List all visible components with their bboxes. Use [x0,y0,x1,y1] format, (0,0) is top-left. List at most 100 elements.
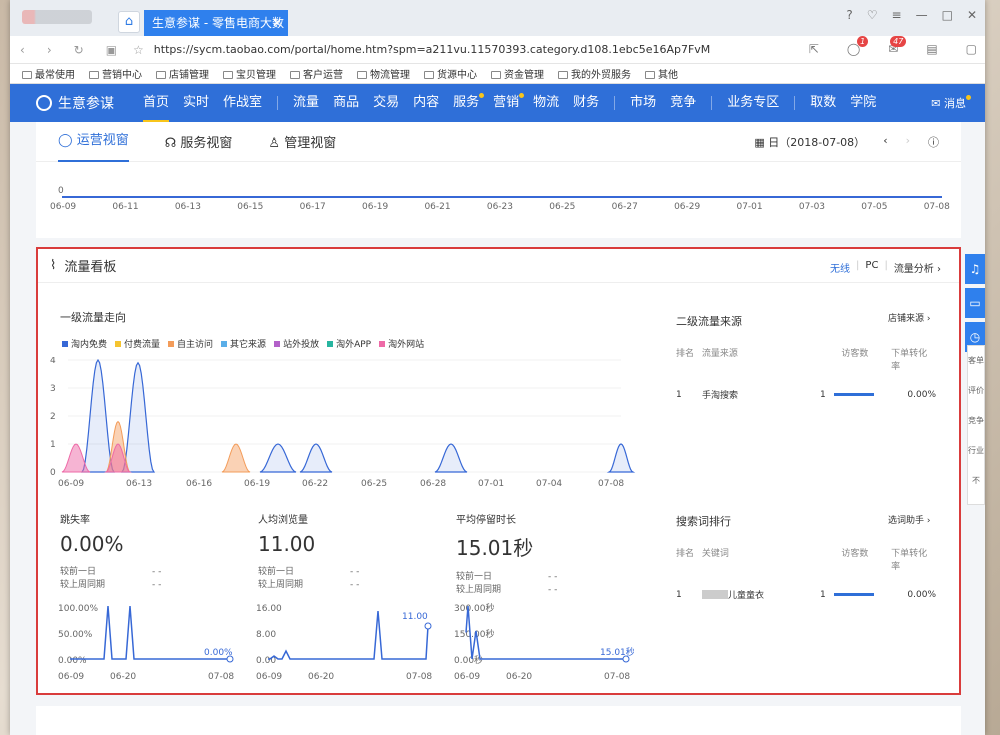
traffic-trend-chart[interactable]: 0 1 2 3 4 06-09 06-13 06-16 06-19 06-22 06-25 06-28… [46,357,636,497]
back-icon[interactable]: ‹ [20,43,25,57]
tick-label: 06-23 [486,202,513,212]
message-button[interactable]: ✉ 消息 [931,95,971,111]
tab-title: 生意参谋 - 零售电商大数 [152,16,284,30]
y-min: 0.00% [58,656,87,666]
table-row[interactable]: 1 手淘搜索 1 0.00% [676,388,936,402]
home-tab-icon[interactable]: ⌂ [118,11,140,33]
top-chart-xaxis: 06-09 06-11 06-13 06-15 06-17 06-19 06-21 06-23… [50,202,950,212]
nav-item[interactable]: 竞争 [670,84,696,122]
search-table: 排名 关键词 访客数 下单转化率 1 儿童童衣 1 0.00% [676,549,936,602]
maximize-icon[interactable]: □ [942,8,953,22]
nav-item[interactable]: 服务 [453,84,485,122]
side-item[interactable]: 客单 [968,346,984,376]
legend-item[interactable]: 其它来源 [221,337,266,350]
next-date-icon[interactable]: › [906,134,910,150]
close-tab-icon[interactable]: ✕ [272,10,282,36]
nav-item[interactable]: 学院 [850,84,876,122]
nav-item[interactable]: 营销 [493,84,525,122]
nav-item[interactable]: 市场 [630,84,656,122]
blurred-tab[interactable] [22,10,92,24]
view-tabs: ◯ 运营视窗 ☊ 服务视窗 ♙ 管理视窗 ▦ 日（2018-07-08） ‹ › ⓘ [36,122,961,162]
keyword-helper-link[interactable]: 选词助手 › [888,513,930,526]
tab-bar: ⌂ 生意参谋 - 零售电商大数 ✕ ? ♡ ≡ — □ ✕ [10,0,985,36]
forward-icon[interactable]: › [47,43,52,57]
skin-icon[interactable]: ♡ [867,8,878,22]
legend-item[interactable]: 付费流量 [115,337,160,350]
chat-icon[interactable]: ▭ [965,288,985,318]
side-item[interactable]: 竞争 [968,406,984,436]
bookmark-item[interactable]: 货源中心 [424,66,477,81]
kpi-sparkline[interactable]: 300.00秒150.00秒0.00秒15.01秒06-09 06-20 07-08 [454,601,634,683]
minimize-icon[interactable]: — [916,8,928,22]
tab-service[interactable]: ☊ 服务视窗 [165,132,233,151]
nav-item[interactable]: 内容 [413,84,439,122]
nav-item[interactable]: 商品 [333,84,359,122]
bookmark-item[interactable]: 营销中心 [89,66,142,81]
x-tick: 07-04 [536,479,562,489]
share-icon[interactable]: ⇱ [809,42,819,56]
active-tab[interactable]: 生意参谋 - 零售电商大数 ✕ [144,10,288,36]
tick-label: 06-21 [424,202,451,212]
close-window-icon[interactable]: ✕ [967,8,977,22]
store-source-link[interactable]: 店铺来源 › [888,311,930,324]
legend-item[interactable]: 淘外网站 [379,337,424,350]
bookmark-item[interactable]: 我的外贸服务 [558,66,631,81]
logo[interactable]: 生意参谋 [36,93,114,113]
filter-wireless[interactable]: 无线 [830,260,850,275]
nav-item[interactable]: 作战室 [223,84,262,122]
nav-item[interactable]: 财务 [573,84,599,122]
lock-icon[interactable]: ▢ [966,42,977,56]
side-item[interactable]: 行业 [968,436,984,466]
folder-icon [491,71,501,79]
bookmark-item[interactable]: 客户运营 [290,66,343,81]
help-icon[interactable]: ? [846,8,852,22]
x-tick: 06-20 [110,672,136,682]
tab-management[interactable]: ♙ 管理视窗 [268,132,336,151]
legend-item[interactable]: 站外投放 [274,337,319,350]
nav-item[interactable]: 首页 [143,84,170,122]
folder-icon [645,71,655,79]
bookmark-item[interactable]: 店铺管理 [156,66,209,81]
url-field[interactable]: https://sycm.taobao.com/portal/home.htm?… [154,43,711,56]
tab-operations[interactable]: ◯ 运营视窗 [58,122,129,162]
bell-icon[interactable]: ♫ [965,254,985,284]
tick-label: 07-03 [798,202,826,212]
bookmark-item[interactable]: 最常使用 [22,66,75,81]
nav-item[interactable]: 业务专区 [727,84,779,122]
filter-pc[interactable]: PC [865,260,878,275]
star-icon[interactable]: ☆ [133,43,144,57]
traffic-analysis-link[interactable]: 流量分析 › [894,260,941,275]
kpi-block: 人均浏览量 11.00 较前一日 - - 较上周同期 - - [258,511,359,592]
address-bar: ‹ › ↻ ▣ ☆ https://sycm.taobao.com/portal/ho… [10,36,985,64]
kpi-sparkline[interactable]: 16.00 8.00 0.00 11.00 06-09 06-20 07-08 [256,601,436,683]
legend-item[interactable]: 自主访问 [168,337,213,350]
nav-item[interactable]: 流量 [293,84,319,122]
side-item[interactable]: 不 [968,466,984,496]
reader-icon[interactable]: ▤ [926,42,937,56]
nav-item[interactable]: 物流 [533,84,559,122]
top-chart-zero-label: 0 [58,186,64,196]
bookmark-item[interactable]: 宝贝管理 [223,66,276,81]
bookmark-item[interactable]: 物流管理 [357,66,410,81]
side-item[interactable]: 评价 [968,376,984,406]
x-tick: 06-28 [420,479,446,489]
mail-icon[interactable]: ✉ 47 [888,36,907,56]
nav-item[interactable]: 交易 [373,84,399,122]
bookmark-item[interactable]: 其他 [645,66,678,81]
calendar-icon[interactable]: ▦ 日（2018-07-08） [754,134,865,150]
legend-item[interactable]: 淘外APP [327,337,371,350]
reload-icon[interactable]: ↻ [74,43,84,57]
shield-icon[interactable]: ◯ 1 [847,36,869,56]
side-toolbar: ♫ ▭ ◷ [965,254,985,352]
menu-icon[interactable]: ≡ [892,8,902,22]
series-area-淘内免费 [120,361,156,473]
bookmark-item[interactable]: 资金管理 [491,66,544,81]
prev-date-icon[interactable]: ‹ [883,134,887,150]
nav-item[interactable]: 实时 [183,84,209,122]
legend-item[interactable]: 淘内免费 [62,337,107,350]
table-row[interactable]: 1 儿童童衣 1 0.00% [676,588,936,602]
info-icon[interactable]: ⓘ [928,134,939,150]
kpi-sparkline[interactable]: 100.00% 50.00% 0.00% 0.00% 06-09 06-20 07-08 [58,601,238,683]
nav-item[interactable]: 取数 [810,84,836,122]
tick-label: 06-11 [112,202,139,212]
